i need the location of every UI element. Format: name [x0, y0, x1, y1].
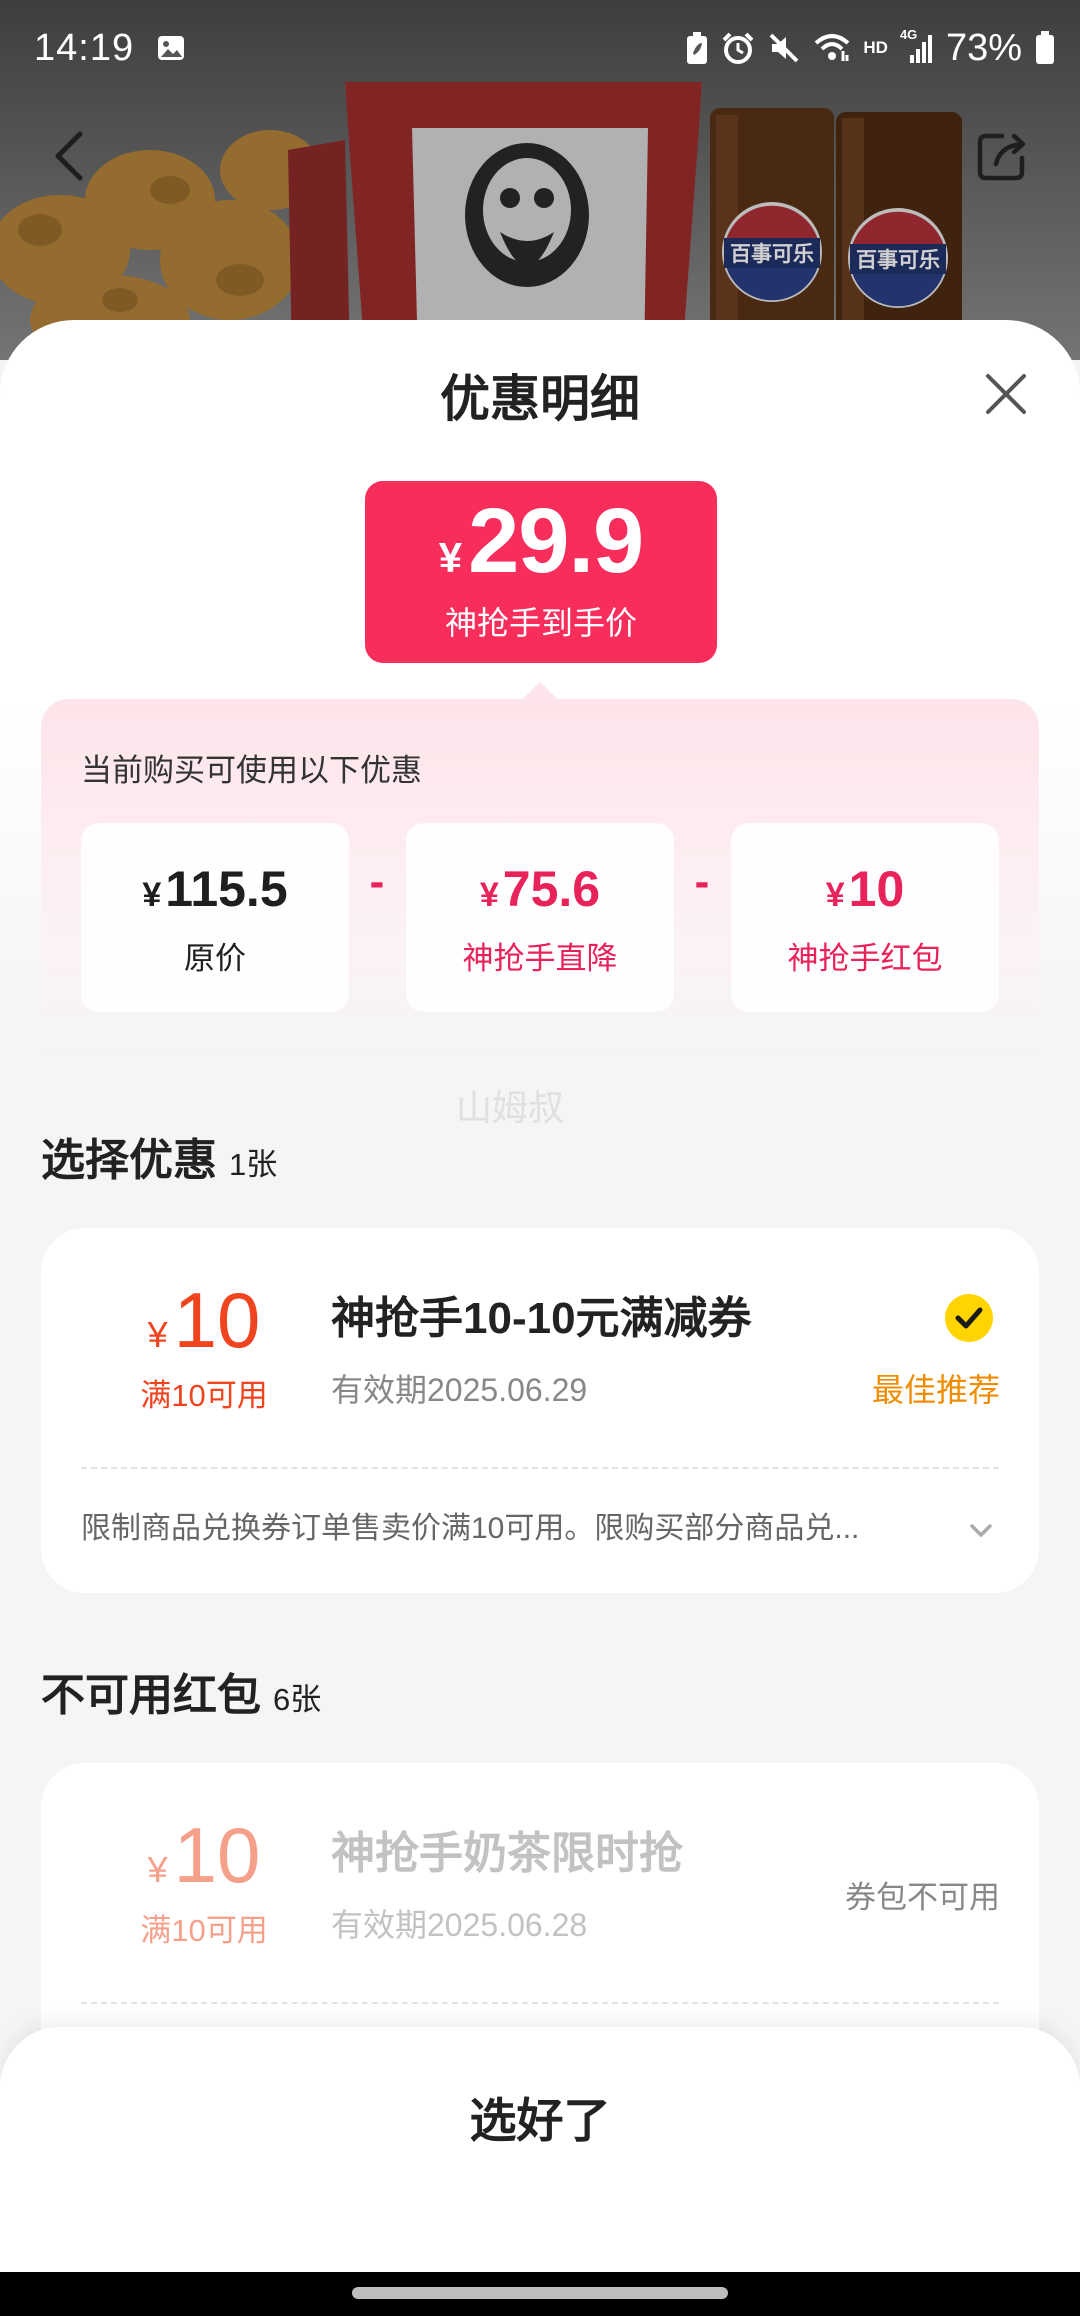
red-packet-value: 10: [848, 861, 905, 917]
dashed-divider: [81, 2002, 999, 2004]
minus-sign: -: [694, 857, 710, 906]
close-icon[interactable]: [980, 368, 1032, 420]
share-icon[interactable]: [972, 126, 1032, 186]
original-price-card: ¥115.5 原价: [81, 823, 349, 1012]
wifi-icon: [815, 34, 850, 61]
bottom-action-bar: 选好了: [0, 2027, 1080, 2272]
section-count: 6张: [273, 1682, 322, 1717]
home-indicator[interactable]: [352, 2287, 728, 2299]
coupon-value: ¥10: [104, 1280, 304, 1360]
signal-icon: 4G: [900, 27, 934, 65]
currency-symbol: ¥: [147, 1849, 168, 1890]
price-currency: ¥: [438, 534, 463, 581]
badge-pointer: [522, 682, 558, 700]
available-coupons-title: 选择优惠 1张: [41, 1133, 277, 1193]
section-title-text: 不可用红包: [41, 1671, 261, 1720]
direct-discount-value: 75.6: [502, 861, 601, 917]
battery-icon: [1036, 31, 1054, 64]
final-price-badge: ¥29.9 神抢手到手价: [365, 481, 717, 663]
status-bar: 14:19 HD 4G 73%: [0, 0, 1080, 96]
alarm-icon: [722, 32, 754, 64]
section-count: 1张: [229, 1147, 278, 1182]
currency-symbol: ¥: [825, 876, 845, 914]
direct-discount-card: ¥75.6 神抢手直降: [406, 823, 674, 1012]
final-price-label: 神抢手到手价: [444, 605, 637, 641]
hd-label: HD: [863, 38, 888, 57]
final-price-amount: 29.9: [468, 490, 644, 592]
gallery-icon: [158, 36, 185, 60]
coupon-name: 神抢手10-10元满减券: [331, 1294, 752, 1343]
section-title-text: 选择优惠: [41, 1136, 217, 1185]
confirm-button[interactable]: 选好了: [340, 2089, 740, 2153]
unavailable-status: 券包不可用: [845, 1880, 1000, 1915]
sheet-title: 优惠明细: [440, 371, 640, 427]
coupon-threshold: 满10可用: [140, 1378, 268, 1413]
coupon-value: ¥10: [104, 1815, 304, 1895]
system-navigation-bar: [0, 2272, 1080, 2316]
red-packet-label: 神抢手红包: [787, 941, 943, 976]
coupon-description: 限制商品兑换券订单售卖价满10可用。限购买部分商品兑...: [81, 1512, 860, 1545]
discount-breakdown-heading: 当前购买可使用以下优惠: [81, 753, 422, 788]
watermark: 山姆叔: [455, 1087, 564, 1128]
original-price-label: 原价: [184, 941, 246, 976]
coupon-threshold: 满10可用: [140, 1913, 268, 1948]
currency-symbol: ¥: [147, 1314, 168, 1355]
currency-symbol: ¥: [142, 876, 162, 914]
currency-symbol: ¥: [479, 876, 499, 914]
mute-icon: [769, 33, 799, 63]
unavailable-coupons-title: 不可用红包 6张: [41, 1668, 321, 1728]
status-time: 14:19: [34, 27, 135, 69]
coupon-amount: 10: [173, 1811, 261, 1899]
chevron-down-icon[interactable]: [966, 1515, 996, 1545]
best-recommend-tag: 最佳推荐: [871, 1372, 1000, 1408]
original-price-value: 115.5: [165, 861, 288, 917]
direct-discount-label: 神抢手直降: [462, 941, 618, 976]
coupon-card[interactable]: ¥10 满10可用 神抢手10-10元满减券 有效期2025.06.29 最佳推…: [41, 1228, 1039, 1593]
coupon-name: 神抢手奶茶限时抢: [331, 1829, 683, 1878]
battery-percent: 73%: [945, 27, 1022, 69]
dashed-divider: [81, 1467, 999, 1469]
network-label: 4G: [899, 27, 918, 42]
red-packet-card: ¥10 神抢手红包: [731, 823, 999, 1012]
check-circle-icon[interactable]: [943, 1292, 995, 1344]
minus-sign: -: [369, 857, 385, 906]
coupon-validity: 有效期2025.06.28: [331, 1907, 588, 1943]
back-arrow-icon[interactable]: [44, 126, 100, 186]
coupon-amount: 10: [173, 1276, 261, 1364]
battery-saver-icon: [687, 32, 708, 64]
coupon-validity: 有效期2025.06.29: [331, 1372, 588, 1408]
